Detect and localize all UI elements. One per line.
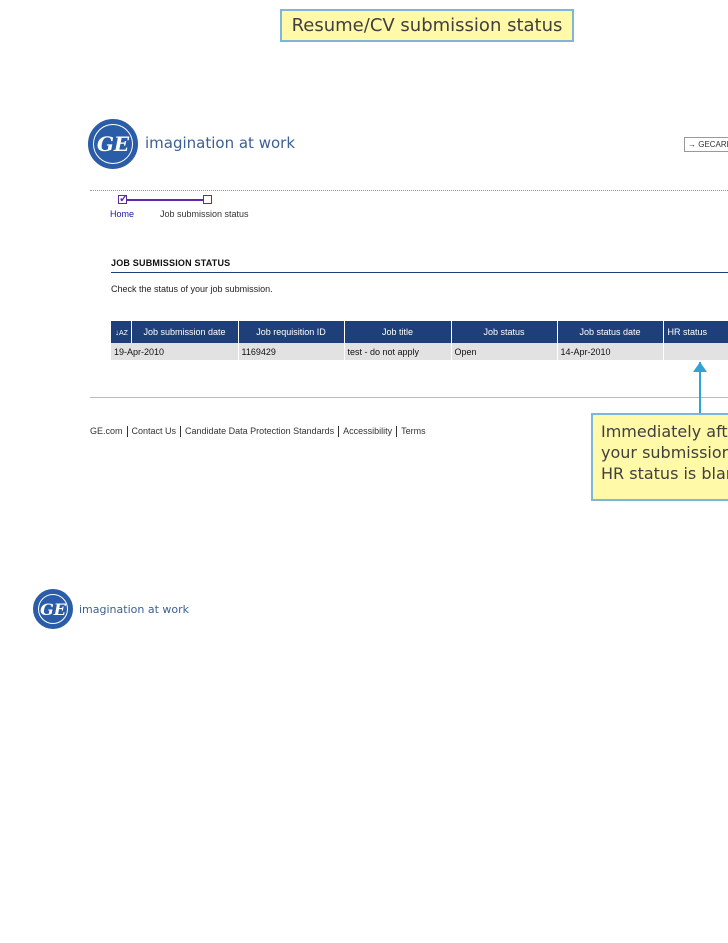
slide-title: Resume/CV submission status [291,15,563,36]
annotation-line: your submission [601,443,728,462]
annotation-callout: Immediately after your submission HR sta… [591,413,728,501]
annotation-line: HR status is blank [601,464,728,483]
cell-job-status: Open [451,343,558,360]
footer-separator [396,426,398,438]
column-header-submission-date[interactable]: Job submission date [131,321,239,343]
column-header-job-status-date[interactable]: Job status date [557,321,664,343]
header-divider [90,190,728,191]
cell-job-title[interactable]: test - do not apply [344,343,452,360]
step-status-checkbox[interactable] [203,195,212,204]
footer-link-contact[interactable]: Contact Us [132,426,177,436]
job-submission-table: ↓ AZ Job submission date Job requisition … [111,321,728,360]
ge-logo[interactable]: GE [88,119,138,169]
footer-separator [338,426,340,438]
cell-job-status-date: 14-Apr-2010 [557,343,664,360]
table-row[interactable]: 19-Apr-2010 1169429 test - do not apply … [111,343,728,360]
cell-requisition-id: 1169429 [238,343,345,360]
section-title: JOB SUBMISSION STATUS [111,258,231,268]
slide-title-callout: Resume/CV submission status [280,9,574,42]
sort-az-icon[interactable]: ↓ AZ [111,321,132,343]
annotation-line: Immediately after [601,422,728,441]
footer-brand-tagline: imagination at work [79,603,189,616]
gecareers-link[interactable]: → GECAREERS [684,137,728,152]
step-connector [127,199,203,201]
column-header-requisition-id[interactable]: Job requisition ID [238,321,345,343]
footer-divider [90,397,728,398]
brand-tagline: imagination at work [145,134,295,152]
column-header-job-status[interactable]: Job status [451,321,558,343]
footer-links: GE.com Contact Us Candidate Data Protectio… [90,426,426,438]
breadcrumb-job-status: Job submission status [160,209,249,219]
section-rule [111,272,728,273]
footer-separator [126,426,128,438]
footer-separator [180,426,182,438]
footer-link-terms[interactable]: Terms [401,426,426,436]
footer-link-accessibility[interactable]: Accessibility [343,426,392,436]
cell-hr-status [663,343,728,360]
ge-logo-footer: GE [33,589,73,629]
arrow-up-icon [693,362,707,372]
footer-link-ge[interactable]: GE.com [90,426,123,436]
column-header-job-title[interactable]: Job title [344,321,452,343]
footer-link-data-protection[interactable]: Candidate Data Protection Standards [185,426,334,436]
table-header-row: ↓ AZ Job submission date Job requisition … [111,321,728,343]
column-header-hr-status[interactable]: HR status [663,321,728,343]
cell-submission-date: 19-Apr-2010 [111,343,239,360]
section-description: Check the status of your job submission. [111,284,273,294]
breadcrumb-home[interactable]: Home [110,209,134,219]
